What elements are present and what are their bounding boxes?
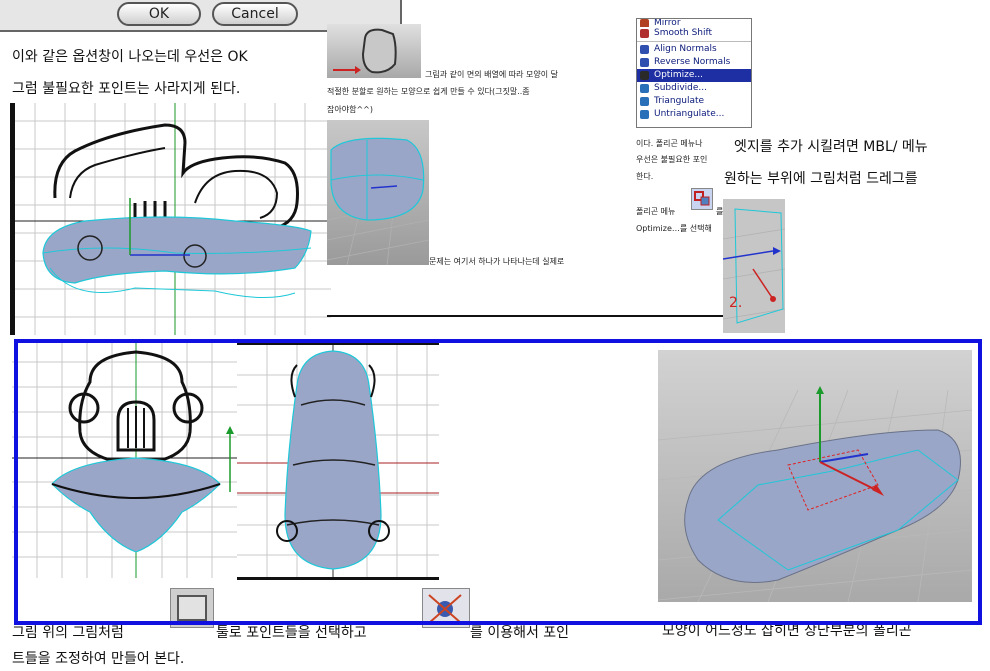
intro-line-1: 이와 같은 옵션창이 나오는데 우선은 OK [12,49,248,65]
side-view-drawing [15,103,331,335]
edge-text-2: 원하는 부위에 그림처럼 드레그를 [724,171,918,187]
menu-item-reverse-normals[interactable]: Reverse Normals [637,56,751,69]
bevel-render [333,28,397,74]
bottom-text-1-mid: 툴로 포인트들을 선택하고 [216,625,367,641]
step-label: 2. [729,295,743,311]
untriangulate-icon [640,110,649,119]
edge-text-1: 엣지를 추가 시킬려면 MBL/ 메뉴 [734,139,928,155]
menu-separator [637,41,751,42]
align-normals-icon [640,45,649,54]
polygon-menu-icon[interactable] [691,188,713,210]
side-view-viewport [10,103,331,335]
optimize-icon [640,71,649,80]
cancel-button[interactable]: Cancel [212,2,298,26]
ok-button[interactable]: OK [117,2,201,26]
smooth-shift-icon [640,29,649,38]
right-text-2: 우선은 불필요한 포인 [636,155,708,164]
bottom-text-2: 트들을 조정하여 만들어 본다. [12,651,185,667]
mirror-icon [640,19,649,27]
right-text-5: Optimize…를 선택해 [636,224,712,233]
right-text-1: 이다. 폴리곤 메뉴나 [636,139,703,148]
polygon-menu-icon-glyph [694,191,710,206]
mid-text-2: 적절한 분할로 원하는 모양으로 쉽게 만들 수 있다(그짓말..좀 [327,87,530,96]
menu-item-align-normals[interactable]: Align Normals [637,43,751,56]
edge-drag-drawing [723,208,785,324]
mid-text-1: 그림과 같이 면의 배열에 따라 모양이 달 [425,70,559,79]
menu-item-subdivide[interactable]: Subdivide... [637,82,751,95]
right-text-4: 폴리곤 메뉴 [636,207,676,216]
bevel-thumbnail [327,24,421,78]
menu-item-mirror[interactable]: Mirror [637,19,751,27]
bottom-text-1-pre: 그림 위의 그림처럼 [12,625,124,641]
menu-item-smooth-shift[interactable]: Smooth Shift [637,27,751,40]
perspective-mesh-small [327,137,429,265]
mid-text-4: 문제는 여기서 하나가 나타나는데 실제로 [429,257,565,266]
bottom-text-1-post: 를 이용해서 포인 [470,625,570,641]
triangulate-icon [640,97,649,106]
edge-drag-viewport: 2. [723,199,785,333]
divider-line [327,315,727,317]
subdivide-icon [640,84,649,93]
mid-text-3: 잡아야함^^) [327,105,373,114]
perspective-view-small [327,120,429,265]
intro-line-2: 그럼 불필요한 포인트는 사라지게 된다. [12,81,241,97]
highlight-frame [14,339,982,625]
right-text-3: 한다. [636,172,654,181]
menu-item-untriangulate[interactable]: Untriangulate... [637,108,751,121]
menu-item-optimize[interactable]: Optimize... [637,69,751,82]
polygon-menu: Mirror Smooth Shift Align Normals Revers… [636,18,752,128]
menu-item-triangulate[interactable]: Triangulate [637,95,751,108]
reverse-normals-icon [640,58,649,67]
